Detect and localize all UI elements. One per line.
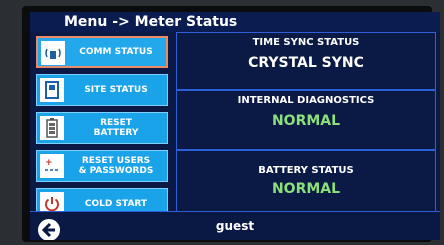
comm-status-label: COMM STATUS: [79, 47, 153, 57]
reset-battery-button[interactable]: RESET BATTERY: [36, 112, 168, 144]
site-status-label: SITE STATUS: [84, 85, 148, 95]
battery-status-value: NORMAL: [271, 181, 341, 197]
footer-bar: guest: [30, 211, 440, 240]
battery-status-header: BATTERY STATUS: [258, 165, 354, 176]
back-arrow-icon: [41, 222, 55, 238]
time-sync-panel: TIME SYNC STATUS CRYSTAL SYNC: [176, 32, 436, 90]
site-status-button[interactable]: SITE STATUS: [36, 74, 168, 106]
reset-users-icon: +: [40, 154, 64, 178]
current-user: guest: [215, 219, 255, 233]
internal-diagnostics-panel: INTERNAL DIAGNOSTICS NORMAL: [176, 90, 436, 150]
reset-users-label: RESET USERS & PASSWORDS: [78, 156, 154, 176]
back-button[interactable]: [36, 217, 62, 240]
svg-text:+: +: [45, 158, 53, 168]
time-sync-header: TIME SYNC STATUS: [252, 37, 360, 48]
reset-battery-label: RESET BATTERY: [93, 118, 139, 138]
reset-users-button[interactable]: + RESET USERS & PASSWORDS: [36, 150, 168, 182]
wifi-antenna-icon: [41, 41, 65, 65]
site-door-icon: [40, 78, 64, 102]
battery-status-panel: BATTERY STATUS NORMAL: [176, 150, 436, 212]
internal-diagnostics-value: NORMAL: [271, 113, 341, 129]
comm-status-button[interactable]: COMM STATUS: [36, 36, 168, 68]
page-title: Menu -> Meter Status: [30, 12, 440, 32]
time-sync-value: CRYSTAL SYNC: [248, 55, 364, 71]
battery-icon: [40, 116, 64, 140]
meter-screen: Menu -> Meter Status COMM STATUS SITE ST…: [30, 12, 440, 240]
internal-diagnostics-header: INTERNAL DIAGNOSTICS: [237, 95, 375, 106]
